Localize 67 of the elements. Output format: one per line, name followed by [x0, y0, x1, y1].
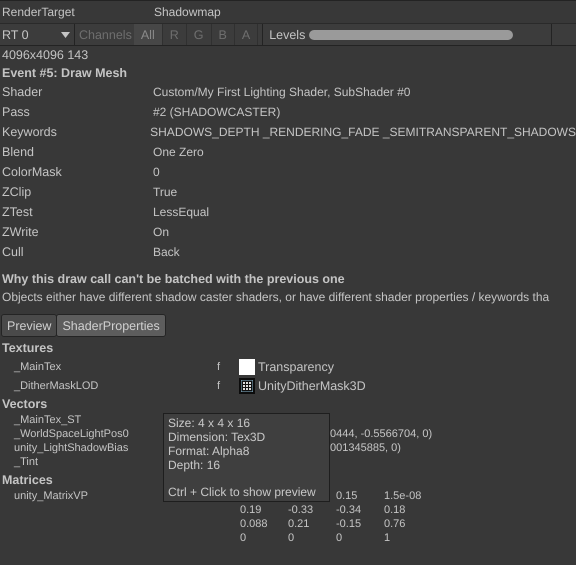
caret-icon — [61, 32, 70, 38]
property-name: Cull — [2, 245, 25, 259]
tooltip-line: Depth: 16 — [168, 458, 220, 472]
property-value: On — [153, 225, 170, 239]
matrix-cell-text: -0.15 — [336, 518, 362, 530]
property-name: Keywords — [2, 125, 58, 139]
property-name: Blend — [2, 145, 35, 159]
property-value: Custom/My First Lighting Shader, SubShader #0 — [153, 85, 410, 99]
matrix-cell-text: 0.21 — [288, 518, 310, 530]
texture-thumbnail — [239, 358, 255, 374]
render-target-label: RenderTarget — [1, 5, 76, 19]
property-value: SHADOWS_DEPTH _RENDERING_FADE _SEMITRANSPARENT_SHADOWS — [150, 125, 576, 139]
texture-name: _MainTex — [12, 360, 62, 372]
resolution-text: 4096x4096 143 — [2, 48, 88, 62]
texture-name: _DitherMaskLOD — [12, 380, 100, 392]
property-name: Shader — [2, 85, 44, 99]
texture-value: Transparency — [258, 360, 334, 374]
section-title: Textures — [2, 341, 54, 355]
tooltip-line: Size: 4 x 4 x 16 — [168, 416, 250, 430]
matrix-name: unity_MatrixVP — [14, 490, 89, 502]
batching-message: Objects either have different shadow caster shaders, or have different shader properties / keywords tha — [2, 290, 550, 304]
tab[interactable]: Preview — [1, 314, 58, 337]
property-name: ZTest — [2, 205, 34, 219]
levels-label: Levels — [269, 28, 306, 42]
property-value: True — [153, 185, 178, 199]
matrix-cell-text: 0 — [336, 532, 344, 544]
property-name: ColorMask — [2, 165, 63, 179]
texture-thumbnail-icon — [239, 378, 255, 394]
section-title: Matrices — [2, 473, 53, 487]
vector-name: _WorldSpaceLightPos0 — [14, 428, 130, 440]
texture-flag-label: f — [217, 380, 222, 392]
section-title: Vectors — [2, 397, 48, 411]
vector-name: _Tint — [14, 456, 40, 468]
tooltip-line: Format: Alpha8 — [168, 444, 250, 458]
property-name: ZClip — [2, 185, 32, 199]
matrix-cell-text: -0.34 — [336, 504, 362, 516]
matrix-cell-text: 1.5e-08 — [384, 490, 422, 502]
property-value: #2 (SHADOWCASTER) — [153, 105, 280, 119]
levels-slider[interactable] — [309, 30, 514, 40]
matrix-cell-text: 0.19 — [240, 504, 262, 516]
vector-name: _MainTex_ST — [14, 414, 82, 426]
vector-value: 0444, -0.5566704, 0) — [330, 428, 432, 440]
property-value: LessEqual — [153, 205, 210, 219]
matrix-cell-text: 0 — [240, 532, 248, 544]
vector-name: unity_LightShadowBias — [14, 442, 130, 454]
tooltip-line: Dimension: Tex3D — [168, 430, 266, 444]
matrix-cell-text: 1 — [384, 532, 392, 544]
texture-flag-label: f — [217, 360, 222, 372]
vector-value: 001345885, 0) — [330, 442, 401, 454]
matrix-cell-text: 0.18 — [384, 504, 406, 516]
matrix-cell-text: -0.33 — [288, 504, 314, 516]
tooltip-hint: Ctrl + Click to show preview — [168, 485, 316, 499]
property-value: 0 — [153, 165, 160, 179]
tab[interactable]: ShaderProperties — [56, 314, 166, 337]
property-value: Back — [153, 245, 180, 259]
render-target-dropdown[interactable]: RT 0 — [0, 24, 75, 45]
matrix-cell-text: 0 — [288, 532, 296, 544]
render-target-value: Shadowmap — [154, 5, 221, 19]
property-value: One Zero — [153, 145, 204, 159]
event-title: Event #5: Draw Mesh — [2, 66, 128, 80]
property-name: ZWrite — [2, 225, 40, 239]
property-name: Pass — [2, 105, 31, 119]
texture-value: UnityDitherMask3D — [258, 378, 366, 392]
batching-title: Why this draw call can't be batched with the previous one — [2, 272, 345, 286]
matrix-cell-text: 0.088 — [240, 518, 269, 530]
matrix-cell-text: 0.76 — [384, 518, 406, 530]
matrix-cell-text: 0.15 — [336, 490, 358, 502]
